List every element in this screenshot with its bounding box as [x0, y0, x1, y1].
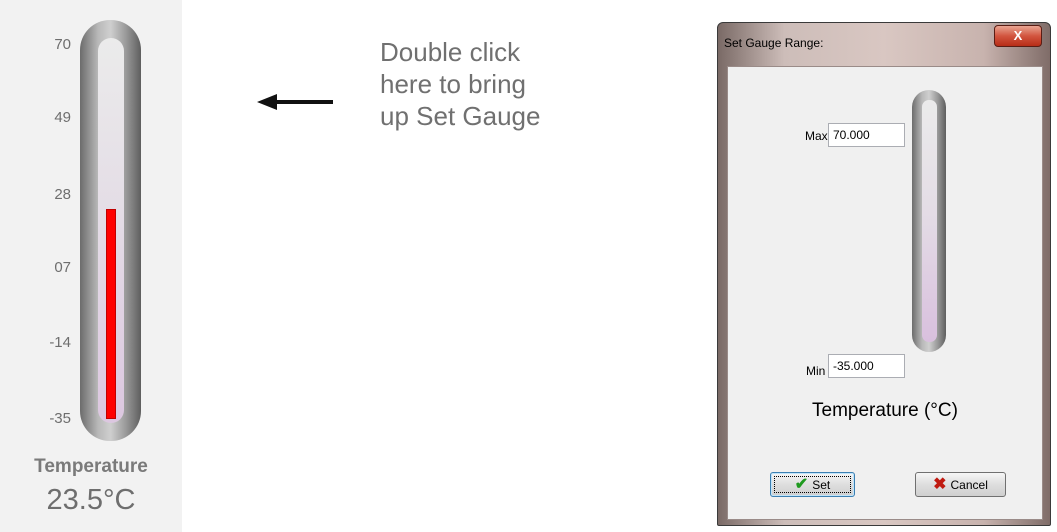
- close-button[interactable]: X: [994, 25, 1042, 47]
- max-label: Max: [805, 129, 828, 143]
- min-label: Min: [806, 364, 826, 378]
- max-input[interactable]: [828, 123, 905, 147]
- dialog-body: Max Min Temperature (°C) ✔ Set ✖ Cancel: [727, 66, 1043, 520]
- arrow-left-icon: [257, 94, 333, 110]
- set-button-label: Set: [812, 477, 831, 492]
- x-icon: ✖: [933, 475, 947, 493]
- check-icon: ✔: [794, 475, 809, 493]
- tick-label: 07: [54, 259, 71, 276]
- gauge-fill-bar: [106, 208, 116, 419]
- temperature-gauge-widget[interactable]: 70 49 28 07 -14 -35 Temperature 23.5°C: [0, 0, 182, 532]
- gauge-tube[interactable]: [98, 38, 124, 423]
- preview-gauge-tube: [922, 100, 937, 342]
- dialog-titlebar[interactable]: Set Gauge Range: X: [718, 23, 1050, 59]
- instruction-note: Double click here to bring up Set Gauge: [380, 37, 541, 131]
- cancel-button[interactable]: ✖ Cancel: [915, 472, 1006, 497]
- tick-label: -35: [49, 410, 71, 427]
- set-gauge-range-dialog: Set Gauge Range: X Max Min Temperature (…: [717, 22, 1051, 526]
- dialog-title: Set Gauge Range:: [724, 36, 824, 50]
- preview-gauge-title: Temperature (°C): [812, 400, 958, 421]
- tick-label: 49: [54, 109, 71, 126]
- tick-label: 70: [54, 36, 71, 53]
- set-button[interactable]: ✔ Set: [770, 472, 855, 497]
- tick-label: 28: [54, 186, 71, 203]
- min-input[interactable]: [828, 354, 905, 378]
- tick-label: -14: [49, 334, 71, 351]
- gauge-value: 23.5°C: [46, 484, 136, 516]
- cancel-button-label: Cancel: [950, 477, 988, 492]
- gauge-title: Temperature: [34, 456, 148, 477]
- close-icon: X: [1013, 28, 1023, 43]
